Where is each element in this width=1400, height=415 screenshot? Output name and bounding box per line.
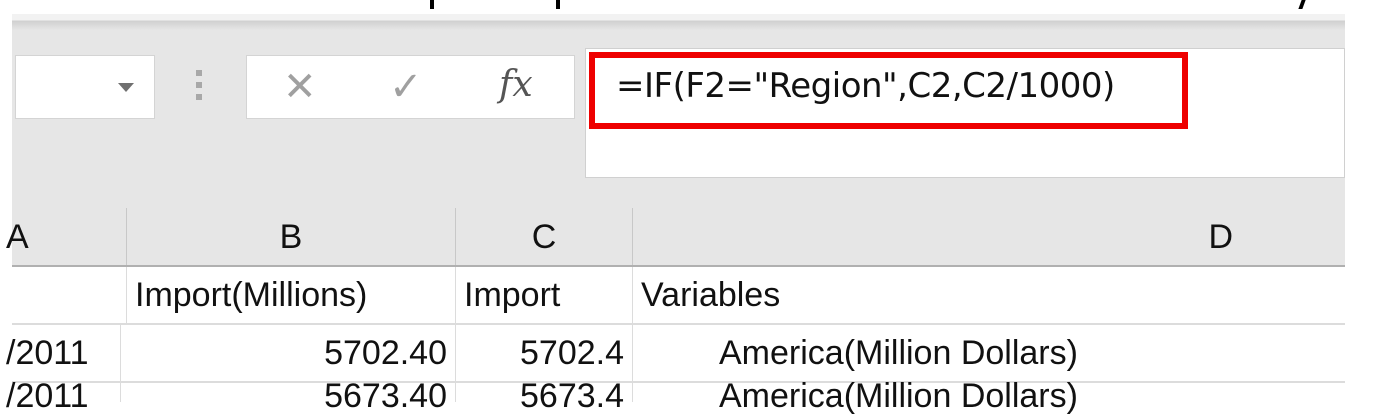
cell[interactable] [12, 267, 127, 323]
column-header-b[interactable]: B [127, 208, 456, 266]
table-row: Import(Millions) Import Variables [12, 267, 1345, 325]
insert-function-icon[interactable]: fx [499, 64, 533, 106]
cell[interactable]: Import(Millions) [127, 267, 456, 323]
cancel-icon[interactable]: ✕ [283, 66, 317, 108]
column-header-a-label: A [6, 217, 29, 256]
cell[interactable]: America(Million Dollars) [633, 379, 1345, 413]
spreadsheet-grid: Import(Millions) Import Variables /2011 … [6, 267, 1345, 413]
table-row: /2011 5673.40 5673.4 America(Million Dol… [6, 379, 1345, 413]
table-row: /2011 5702.40 5702.4 America(Million Dol… [6, 325, 1345, 383]
formula-text[interactable]: =IF(F2="Region",C2,C2/1000) [616, 66, 1115, 106]
cell[interactable]: /2011 [6, 379, 121, 413]
dropdown-arrow-icon[interactable] [118, 83, 134, 92]
cropped-caption [0, 0, 1400, 14]
cropped-text-fragment [1298, 0, 1306, 9]
cell[interactable]: 5673.40 [127, 379, 456, 413]
cell[interactable]: /2011 [6, 325, 121, 381]
cell[interactable]: Import [456, 267, 633, 323]
column-header-d[interactable]: D [633, 208, 1345, 266]
cropped-text-fragment [556, 0, 560, 9]
column-header-a[interactable]: A [6, 208, 127, 266]
cell[interactable]: 5702.4 [456, 325, 633, 381]
cell[interactable]: America(Million Dollars) [633, 325, 1345, 381]
enter-check-icon[interactable]: ✓ [389, 66, 423, 108]
cropped-text-fragment [430, 0, 434, 9]
name-box[interactable] [15, 55, 155, 119]
resize-grip-icon[interactable] [196, 70, 202, 106]
formula-buttons: ✕ ✓ fx [246, 55, 575, 119]
cell[interactable]: 5673.4 [456, 379, 633, 413]
cell[interactable]: 5702.40 [127, 325, 456, 381]
cell[interactable]: Variables [633, 267, 1345, 323]
column-header-c[interactable]: C [456, 208, 633, 266]
